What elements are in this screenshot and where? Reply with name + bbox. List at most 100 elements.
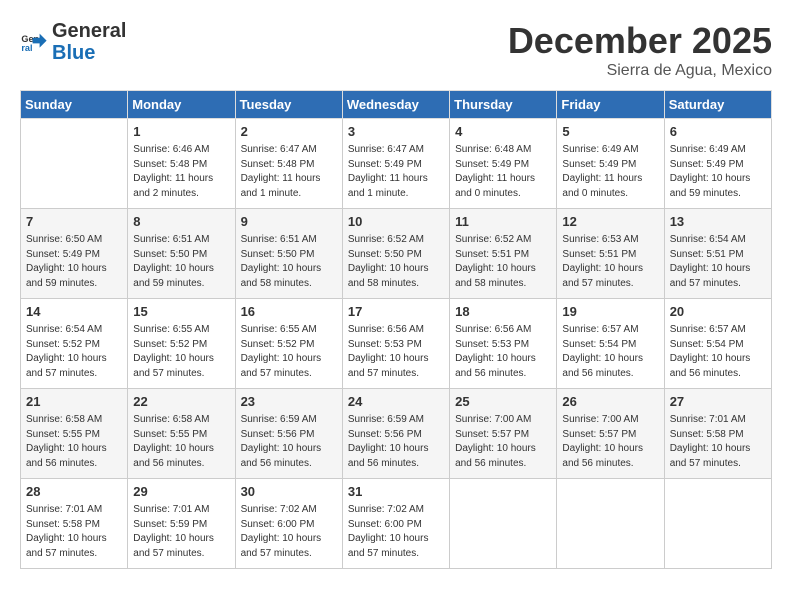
day-number: 27	[670, 393, 766, 411]
day-info: Sunrise: 7:02 AM Sunset: 6:00 PM Dayligh…	[348, 503, 444, 561]
logo-icon: Gene ral	[20, 28, 48, 56]
calendar-cell: 25 Sunrise: 7:00 AM Sunset: 5:57 PM Dayli…	[450, 389, 557, 479]
day-info: Sunrise: 6:49 AM Sunset: 5:49 PM Dayligh…	[670, 143, 766, 201]
day-info: Sunrise: 6:51 AM Sunset: 5:50 PM Dayligh…	[241, 233, 337, 291]
calendar-cell: 11 Sunrise: 6:52 AM Sunset: 5:51 PM Dayli…	[450, 209, 557, 299]
header-thursday: Thursday	[450, 91, 557, 119]
calendar-cell: 24 Sunrise: 6:59 AM Sunset: 5:56 PM Dayli…	[342, 389, 449, 479]
day-number: 14	[26, 303, 122, 321]
svg-text:ral: ral	[21, 43, 32, 53]
day-info: Sunrise: 7:01 AM Sunset: 5:58 PM Dayligh…	[670, 413, 766, 471]
day-number: 24	[348, 393, 444, 411]
day-info: Sunrise: 6:54 AM Sunset: 5:52 PM Dayligh…	[26, 323, 122, 381]
day-number: 18	[455, 303, 551, 321]
day-info: Sunrise: 7:01 AM Sunset: 5:59 PM Dayligh…	[133, 503, 229, 561]
day-number: 4	[455, 123, 551, 141]
day-info: Sunrise: 6:59 AM Sunset: 5:56 PM Dayligh…	[241, 413, 337, 471]
calendar-table: SundayMondayTuesdayWednesdayThursdayFrid…	[20, 90, 772, 569]
calendar-cell: 19 Sunrise: 6:57 AM Sunset: 5:54 PM Dayli…	[557, 299, 664, 389]
day-info: Sunrise: 6:53 AM Sunset: 5:51 PM Dayligh…	[562, 233, 658, 291]
day-number: 13	[670, 213, 766, 231]
logo-text-line2: Blue	[52, 42, 126, 64]
day-info: Sunrise: 6:58 AM Sunset: 5:55 PM Dayligh…	[133, 413, 229, 471]
calendar-cell: 31Sunrise: 7:02 AM Sunset: 6:00 PM Dayli…	[342, 479, 449, 569]
calendar-cell: 6 Sunrise: 6:49 AM Sunset: 5:49 PM Daylig…	[664, 119, 771, 209]
day-number: 23	[241, 393, 337, 411]
calendar-cell: 3 Sunrise: 6:47 AM Sunset: 5:49 PM Daylig…	[342, 119, 449, 209]
day-info: Sunrise: 6:58 AM Sunset: 5:55 PM Dayligh…	[26, 413, 122, 471]
calendar-cell: 1 Sunrise: 6:46 AM Sunset: 5:48 PM Daylig…	[128, 119, 235, 209]
day-number: 28	[26, 483, 122, 501]
day-info: Sunrise: 6:51 AM Sunset: 5:50 PM Dayligh…	[133, 233, 229, 291]
calendar-cell: 8 Sunrise: 6:51 AM Sunset: 5:50 PM Daylig…	[128, 209, 235, 299]
location-subtitle: Sierra de Agua, Mexico	[508, 62, 772, 80]
page-header: Gene ral General Blue December 2025 Sier…	[20, 20, 772, 80]
header-wednesday: Wednesday	[342, 91, 449, 119]
calendar-cell: 20 Sunrise: 6:57 AM Sunset: 5:54 PM Dayli…	[664, 299, 771, 389]
day-number: 30	[241, 483, 337, 501]
day-info: Sunrise: 6:56 AM Sunset: 5:53 PM Dayligh…	[455, 323, 551, 381]
header-monday: Monday	[128, 91, 235, 119]
day-number: 25	[455, 393, 551, 411]
day-info: Sunrise: 6:49 AM Sunset: 5:49 PM Dayligh…	[562, 143, 658, 201]
calendar-cell: 10Sunrise: 6:52 AM Sunset: 5:50 PM Dayli…	[342, 209, 449, 299]
calendar-cell: 30 Sunrise: 7:02 AM Sunset: 6:00 PM Dayli…	[235, 479, 342, 569]
day-number: 12	[562, 213, 658, 231]
day-number: 1	[133, 123, 229, 141]
header-sunday: Sunday	[21, 91, 128, 119]
day-info: Sunrise: 6:59 AM Sunset: 5:56 PM Dayligh…	[348, 413, 444, 471]
day-number: 7	[26, 213, 122, 231]
day-number: 10	[348, 213, 444, 231]
day-number: 22	[133, 393, 229, 411]
day-number: 17	[348, 303, 444, 321]
calendar-cell: 27 Sunrise: 7:01 AM Sunset: 5:58 PM Dayli…	[664, 389, 771, 479]
calendar-cell: 28 Sunrise: 7:01 AM Sunset: 5:58 PM Dayli…	[21, 479, 128, 569]
day-info: Sunrise: 6:54 AM Sunset: 5:51 PM Dayligh…	[670, 233, 766, 291]
calendar-cell	[557, 479, 664, 569]
calendar-cell: 7 Sunrise: 6:50 AM Sunset: 5:49 PM Daylig…	[21, 209, 128, 299]
header-saturday: Saturday	[664, 91, 771, 119]
day-info: Sunrise: 6:50 AM Sunset: 5:49 PM Dayligh…	[26, 233, 122, 291]
calendar-cell: 2 Sunrise: 6:47 AM Sunset: 5:48 PM Daylig…	[235, 119, 342, 209]
day-number: 6	[670, 123, 766, 141]
calendar-cell: 4 Sunrise: 6:48 AM Sunset: 5:49 PM Daylig…	[450, 119, 557, 209]
calendar-cell: 13 Sunrise: 6:54 AM Sunset: 5:51 PM Dayli…	[664, 209, 771, 299]
calendar-cell: 23 Sunrise: 6:59 AM Sunset: 5:56 PM Dayli…	[235, 389, 342, 479]
day-info: Sunrise: 6:47 AM Sunset: 5:48 PM Dayligh…	[241, 143, 337, 201]
day-info: Sunrise: 6:57 AM Sunset: 5:54 PM Dayligh…	[562, 323, 658, 381]
day-info: Sunrise: 6:46 AM Sunset: 5:48 PM Dayligh…	[133, 143, 229, 201]
day-number: 3	[348, 123, 444, 141]
day-number: 15	[133, 303, 229, 321]
day-info: Sunrise: 7:02 AM Sunset: 6:00 PM Dayligh…	[241, 503, 337, 561]
logo-text-line1: General	[52, 20, 126, 42]
day-number: 19	[562, 303, 658, 321]
day-info: Sunrise: 6:57 AM Sunset: 5:54 PM Dayligh…	[670, 323, 766, 381]
header-tuesday: Tuesday	[235, 91, 342, 119]
day-number: 11	[455, 213, 551, 231]
day-info: Sunrise: 7:00 AM Sunset: 5:57 PM Dayligh…	[455, 413, 551, 471]
day-info: Sunrise: 7:01 AM Sunset: 5:58 PM Dayligh…	[26, 503, 122, 561]
calendar-cell: 5Sunrise: 6:49 AM Sunset: 5:49 PM Daylig…	[557, 119, 664, 209]
calendar-cell: 26Sunrise: 7:00 AM Sunset: 5:57 PM Dayli…	[557, 389, 664, 479]
day-info: Sunrise: 6:48 AM Sunset: 5:49 PM Dayligh…	[455, 143, 551, 201]
calendar-cell: 17Sunrise: 6:56 AM Sunset: 5:53 PM Dayli…	[342, 299, 449, 389]
day-number: 16	[241, 303, 337, 321]
day-info: Sunrise: 6:52 AM Sunset: 5:51 PM Dayligh…	[455, 233, 551, 291]
calendar-cell: 16 Sunrise: 6:55 AM Sunset: 5:52 PM Dayli…	[235, 299, 342, 389]
day-number: 20	[670, 303, 766, 321]
calendar-cell	[450, 479, 557, 569]
calendar-cell	[664, 479, 771, 569]
day-info: Sunrise: 6:47 AM Sunset: 5:49 PM Dayligh…	[348, 143, 444, 201]
calendar-cell: 9 Sunrise: 6:51 AM Sunset: 5:50 PM Daylig…	[235, 209, 342, 299]
calendar-cell	[21, 119, 128, 209]
day-number: 8	[133, 213, 229, 231]
day-number: 29	[133, 483, 229, 501]
day-number: 2	[241, 123, 337, 141]
day-number: 9	[241, 213, 337, 231]
calendar-cell: 12 Sunrise: 6:53 AM Sunset: 5:51 PM Dayli…	[557, 209, 664, 299]
month-title: December 2025	[508, 20, 772, 62]
day-info: Sunrise: 6:55 AM Sunset: 5:52 PM Dayligh…	[241, 323, 337, 381]
logo: Gene ral General Blue	[20, 20, 126, 64]
calendar-cell: 21Sunrise: 6:58 AM Sunset: 5:55 PM Dayli…	[21, 389, 128, 479]
day-info: Sunrise: 6:55 AM Sunset: 5:52 PM Dayligh…	[133, 323, 229, 381]
